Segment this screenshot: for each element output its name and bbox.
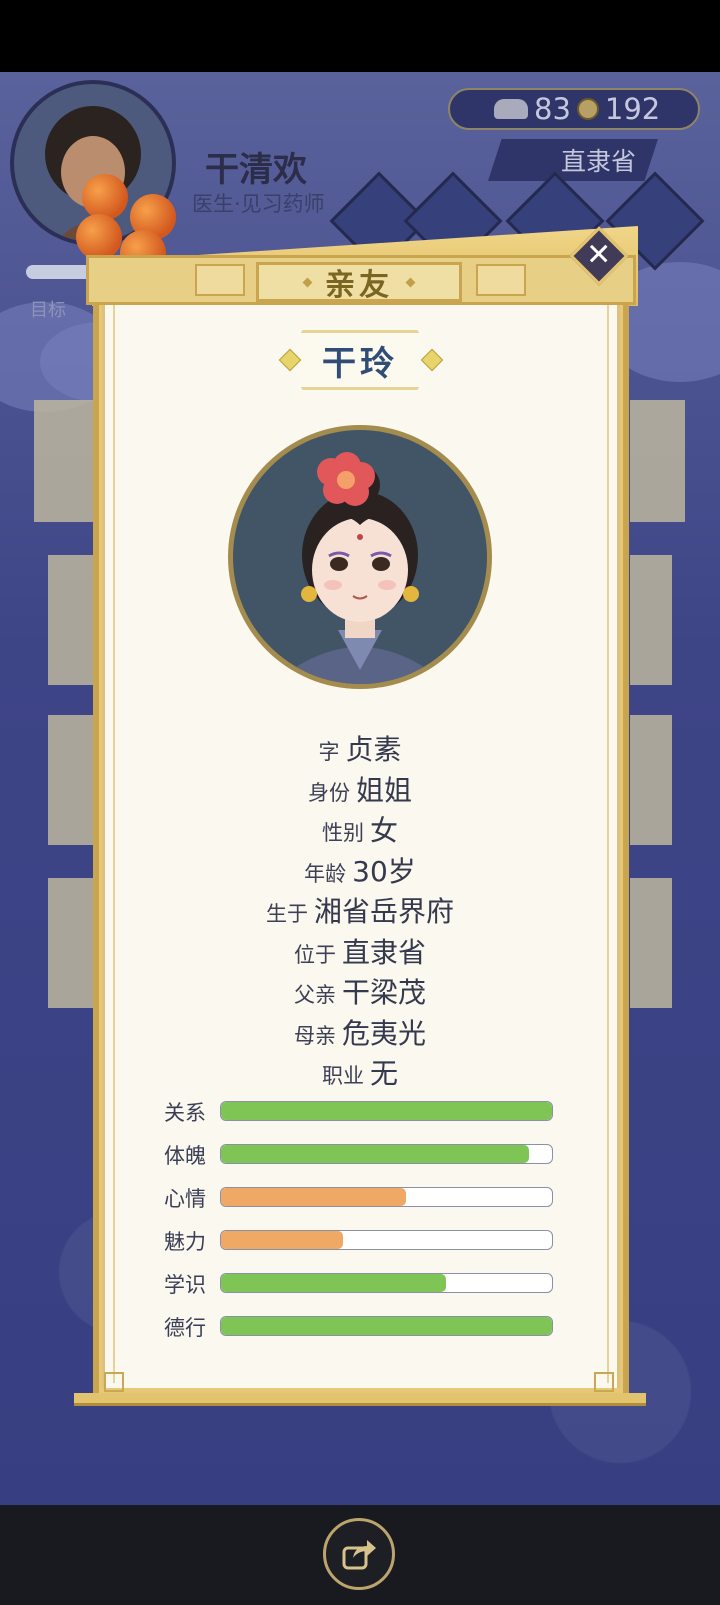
- stat-fill: [221, 1274, 447, 1292]
- copper-coin-icon: [576, 98, 599, 120]
- location-tag[interactable]: 直隶省: [488, 139, 658, 181]
- title-diamond-icon: [302, 277, 313, 287]
- modal-title-box: 亲友: [256, 262, 462, 303]
- modal-title: 亲友: [325, 268, 393, 303]
- info-row-gender: 性别女: [321, 814, 398, 847]
- background-card: [48, 715, 94, 845]
- coin-count: 192: [604, 92, 661, 126]
- status-bar: [0, 0, 720, 72]
- name-plaque: 干玲: [278, 330, 444, 390]
- stat-fill: [221, 1231, 344, 1249]
- share-icon: [342, 1540, 376, 1570]
- portrait-illustration: [273, 452, 447, 684]
- header-ornament-left: [195, 264, 245, 296]
- background-card: [630, 715, 672, 845]
- background-card: [630, 878, 672, 1008]
- stat-fill: [221, 1145, 529, 1163]
- info-row-father: 父亲 干梁茂: [293, 976, 426, 1009]
- currency-panel: 83 192: [448, 88, 700, 130]
- stat-fill: [221, 1102, 552, 1120]
- stat-relationship: 关系: [164, 1099, 564, 1125]
- scroll-corner-ornament: [594, 1372, 614, 1392]
- person-portrait: [228, 425, 492, 689]
- background-card: [34, 400, 94, 522]
- stat-knowledge: 学识: [164, 1271, 564, 1297]
- close-icon: ✕: [586, 237, 612, 273]
- stat-charm: 魅力: [164, 1228, 564, 1254]
- silver-ingot-icon: [494, 99, 528, 119]
- background-card: [630, 555, 672, 685]
- info-row-identity: 身份 姐姐: [307, 774, 412, 807]
- share-button[interactable]: [323, 1518, 395, 1590]
- background-card: [630, 400, 685, 522]
- info-row-mother: 母亲 危夷光: [293, 1017, 426, 1050]
- player-title: 医生·见习药师: [192, 192, 325, 216]
- silver-count: 83: [534, 92, 571, 126]
- background-card: [48, 555, 94, 685]
- info-row-courtesy-name: 字贞素: [318, 733, 402, 766]
- goal-label[interactable]: 目标: [30, 296, 66, 322]
- stat-fill: [221, 1317, 552, 1335]
- info-row-birthplace: 生于 湘省岳界府: [265, 895, 454, 928]
- person-name: 干玲: [322, 343, 398, 384]
- info-row-occupation: 职业无: [321, 1057, 398, 1090]
- info-row-location: 位于 直隶省: [293, 936, 426, 969]
- info-row-age: 年龄 30岁: [304, 855, 416, 888]
- player-name: 干清欢: [205, 150, 307, 190]
- background-card: [48, 878, 94, 1008]
- header-ornament-right: [476, 264, 526, 296]
- stat-mood: 心情: [164, 1185, 564, 1211]
- scroll-bottom-rod: [74, 1393, 646, 1406]
- title-diamond-icon: [405, 277, 416, 287]
- stat-virtue: 德行: [164, 1314, 564, 1340]
- scroll-corner-ornament: [104, 1372, 124, 1392]
- stat-fill: [221, 1188, 407, 1206]
- stat-physique: 体魄: [164, 1142, 564, 1168]
